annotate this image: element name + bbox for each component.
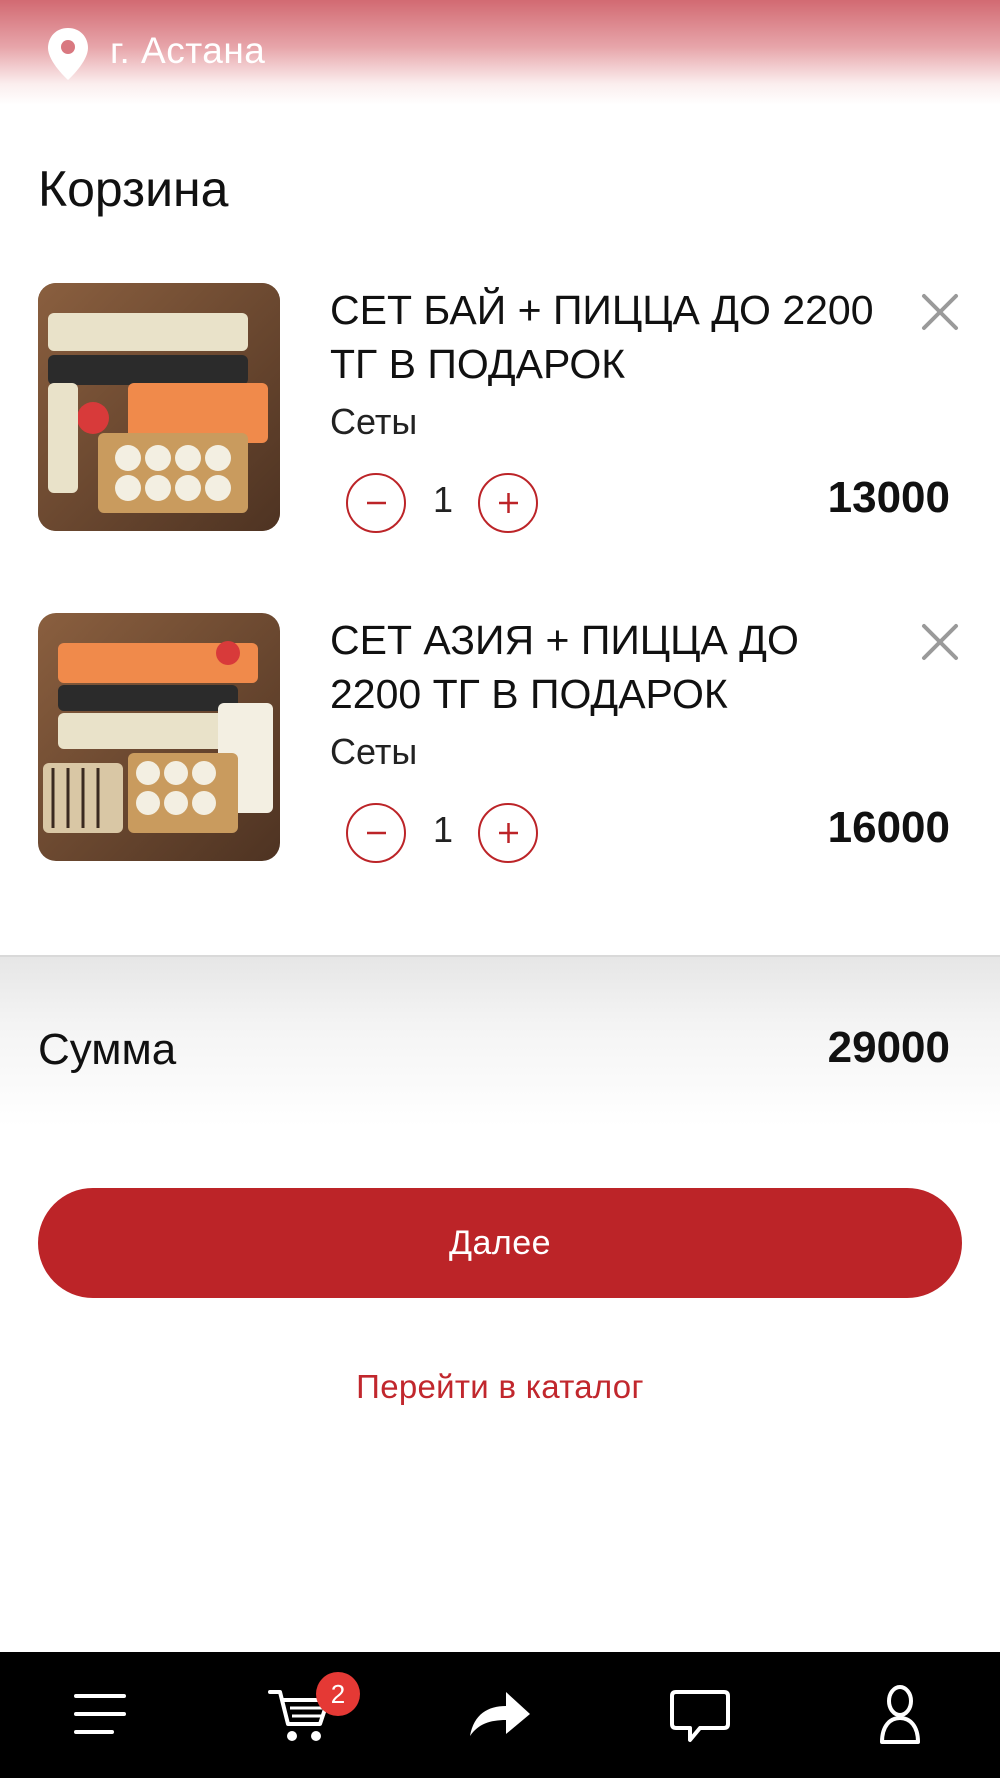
summary-label: Сумма bbox=[38, 1025, 177, 1074]
page-title: Корзина bbox=[38, 161, 229, 217]
summary-total: 29000 bbox=[827, 1023, 950, 1072]
next-button[interactable]: Далее bbox=[38, 1188, 962, 1298]
decrease-quantity-button[interactable] bbox=[346, 803, 406, 863]
city-name: г. Астана bbox=[110, 30, 266, 71]
remove-item-icon[interactable] bbox=[916, 288, 964, 336]
share-icon bbox=[470, 1692, 530, 1736]
cart-item: СЕТ БАЙ + ПИЦЦА ДО 2200 ТГ В ПОДАРОК Сет… bbox=[0, 283, 1000, 543]
quantity-value: 1 bbox=[432, 479, 454, 520]
decrease-quantity-button[interactable] bbox=[346, 473, 406, 533]
product-image[interactable] bbox=[38, 283, 280, 531]
quantity-value: 1 bbox=[432, 809, 454, 850]
plus-icon bbox=[499, 493, 518, 513]
chat-icon bbox=[670, 1690, 730, 1742]
nav-chat[interactable] bbox=[600, 1652, 800, 1778]
increase-quantity-button[interactable] bbox=[478, 473, 538, 533]
item-price: 13000 bbox=[827, 473, 950, 522]
cart-item: СЕТ АЗИЯ + ПИЦЦА ДО 2200 ТГ В ПОДАРОК Се… bbox=[0, 613, 1000, 873]
bottom-navigation bbox=[0, 1652, 1000, 1778]
menu-icon bbox=[74, 1694, 126, 1734]
cart-count-badge: 2 bbox=[316, 1672, 360, 1716]
remove-item-icon[interactable] bbox=[916, 618, 964, 666]
product-image[interactable] bbox=[38, 613, 280, 861]
product-name[interactable]: СЕТ АЗИЯ + ПИЦЦА ДО 2200 ТГ В ПОДАРОК bbox=[330, 613, 890, 721]
order-summary: Сумма 29000 bbox=[0, 955, 1000, 1127]
item-price: 16000 bbox=[827, 803, 950, 852]
location-pin-icon bbox=[48, 28, 88, 80]
increase-quantity-button[interactable] bbox=[478, 803, 538, 863]
nav-profile[interactable] bbox=[800, 1652, 1000, 1778]
plus-icon bbox=[499, 823, 518, 843]
go-to-catalog-link[interactable]: Перейти в каталог bbox=[0, 1368, 1000, 1406]
location-header[interactable]: г. Астана bbox=[0, 0, 1000, 105]
product-name[interactable]: СЕТ БАЙ + ПИЦЦА ДО 2200 ТГ В ПОДАРОК bbox=[330, 283, 890, 391]
nav-cart[interactable] bbox=[200, 1652, 400, 1778]
nav-menu[interactable] bbox=[0, 1652, 200, 1778]
product-category: Сеты bbox=[330, 731, 418, 772]
minus-icon bbox=[367, 831, 386, 835]
minus-icon bbox=[367, 501, 386, 505]
profile-icon bbox=[880, 1685, 920, 1744]
nav-share[interactable] bbox=[400, 1652, 600, 1778]
product-category: Сеты bbox=[330, 401, 418, 442]
